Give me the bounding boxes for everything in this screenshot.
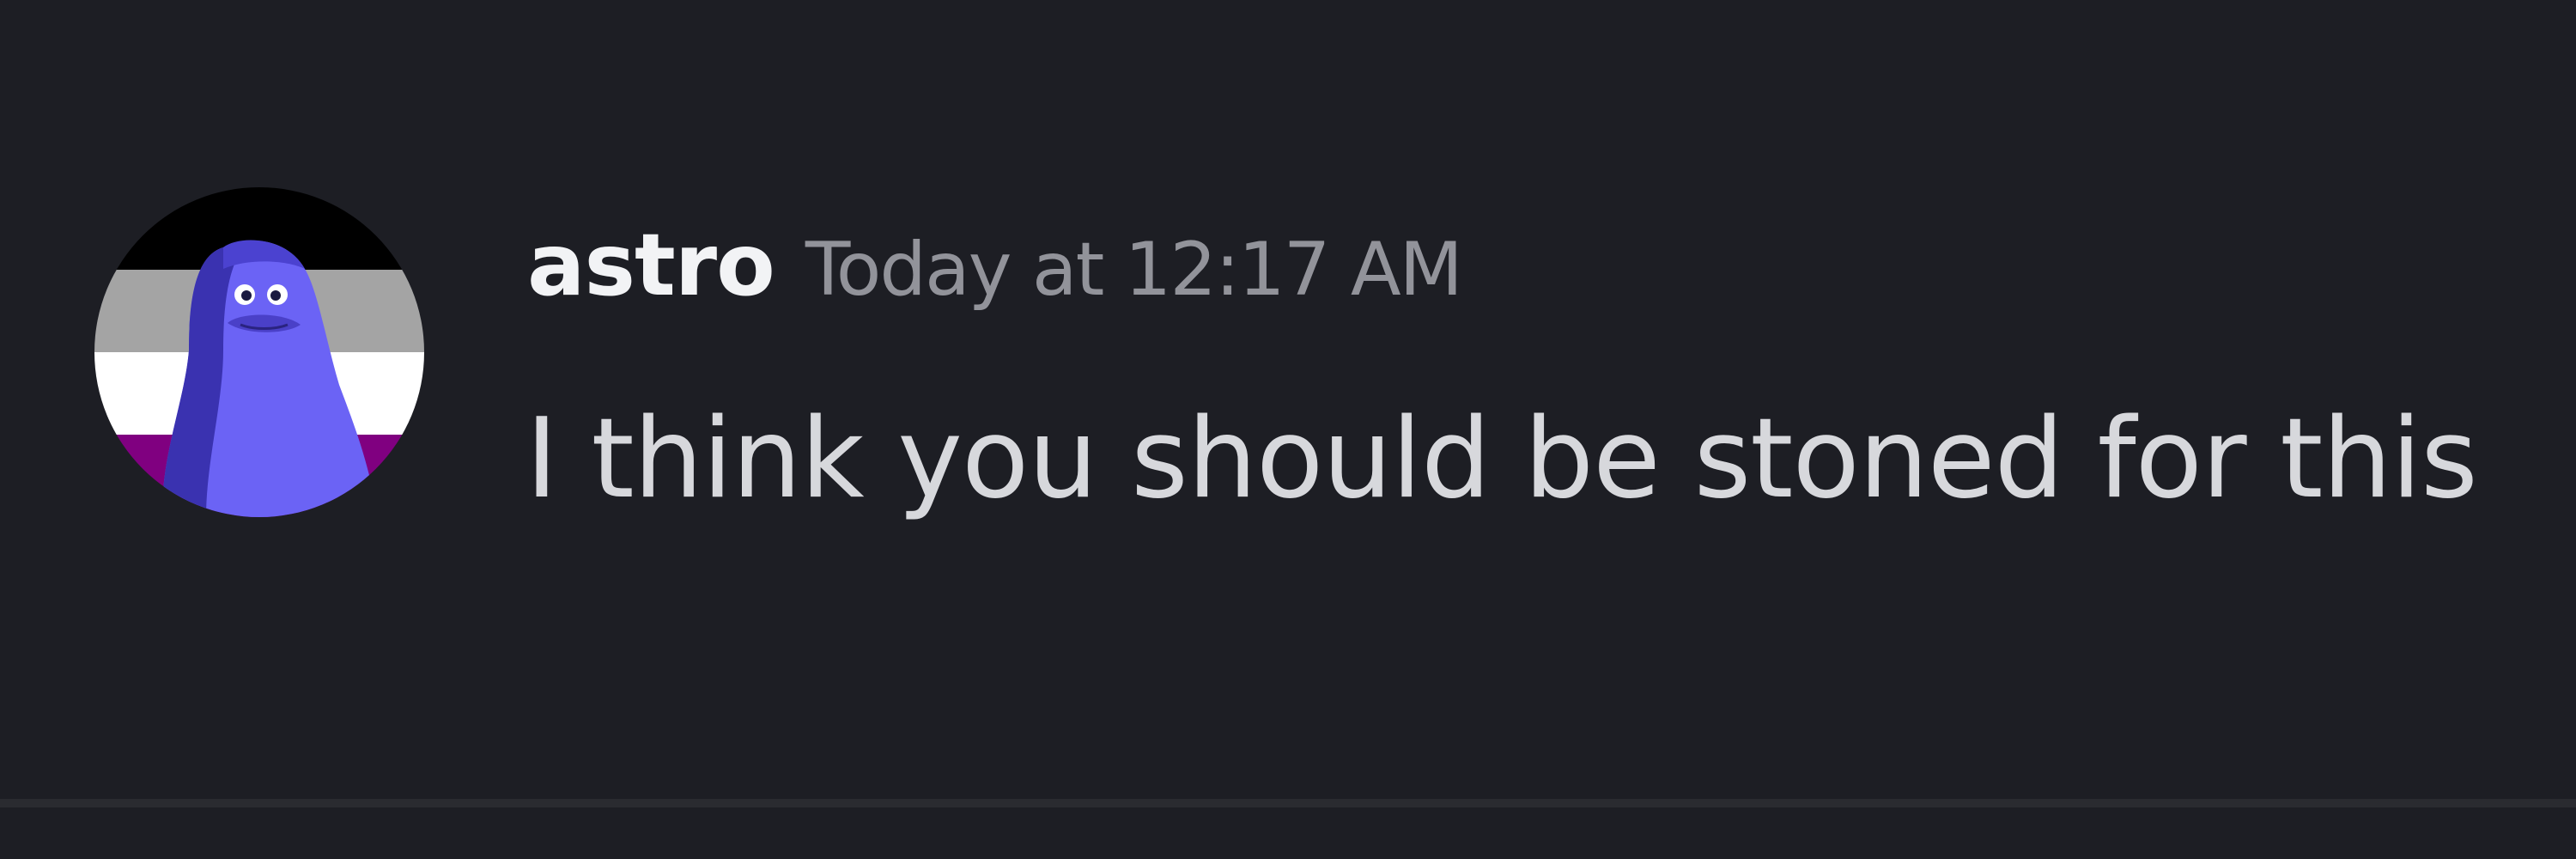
user-avatar[interactable] [94, 187, 424, 517]
chat-background [0, 807, 2576, 859]
chat-message: astro Today at 12:17 AM I think you shoul… [0, 0, 2576, 799]
timestamp: Today at 12:17 AM [805, 227, 1463, 313]
message-content: I think you should be stoned for this [526, 395, 2478, 523]
message-header: astro Today at 12:17 AM [527, 215, 1463, 315]
message-divider [0, 799, 2576, 807]
penguin-avatar-icon [94, 187, 424, 517]
username[interactable]: astro [527, 215, 775, 315]
